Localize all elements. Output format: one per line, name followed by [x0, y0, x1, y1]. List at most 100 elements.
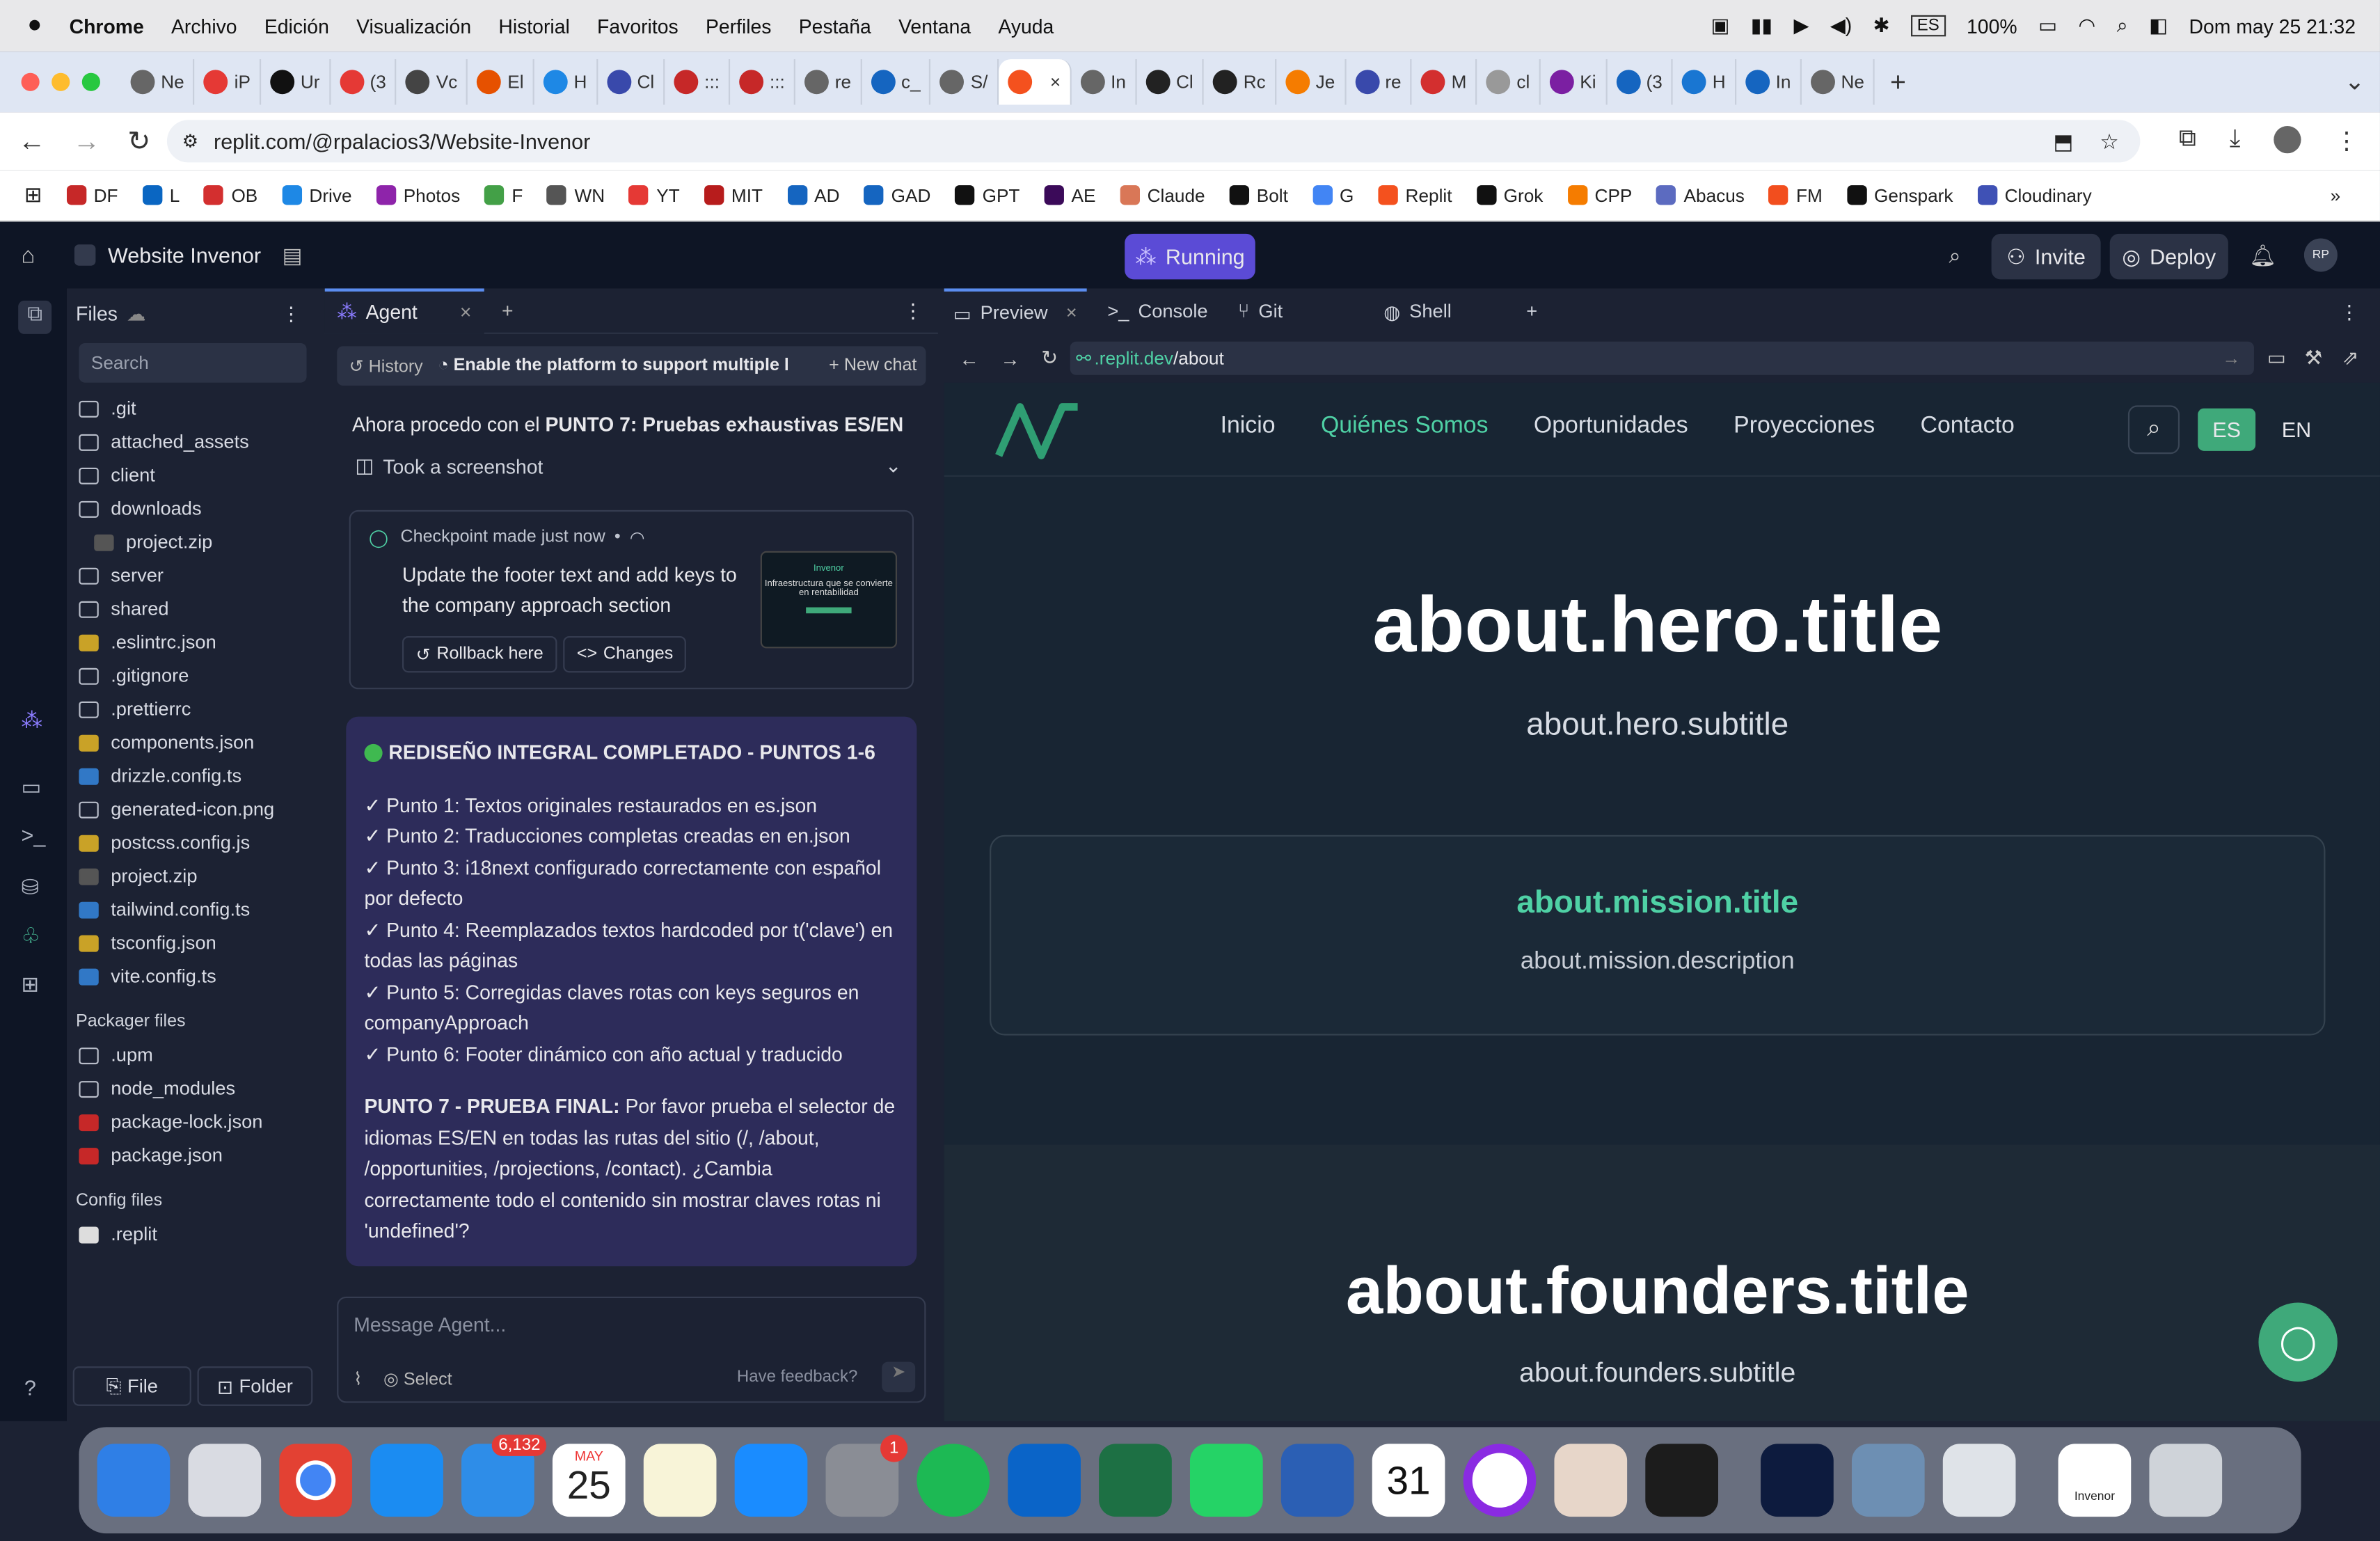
- file-tree-item[interactable]: project.zip: [67, 860, 319, 893]
- menu-pestana[interactable]: Pestaña: [799, 15, 871, 38]
- notifications-icon[interactable]: 🔔︎: [2249, 242, 2276, 268]
- keynote-icon[interactable]: [734, 1444, 808, 1517]
- file-tree-item[interactable]: tailwind.config.ts: [67, 893, 319, 926]
- file-tree-item[interactable]: shared: [67, 592, 319, 626]
- help-icon[interactable]: ?: [24, 1375, 36, 1400]
- system-settings-icon[interactable]: 1: [825, 1435, 908, 1517]
- browser-tab[interactable]: Rc: [1204, 59, 1276, 105]
- agent-menu-icon[interactable]: ⋮: [903, 299, 923, 323]
- apps-grid-icon[interactable]: ⊞: [24, 182, 42, 208]
- browser-tab[interactable]: In: [1071, 59, 1137, 105]
- chat-bubble-button[interactable]: ◯: [2258, 1302, 2338, 1382]
- browser-tab[interactable]: Ur: [261, 59, 331, 105]
- bluetooth-icon[interactable]: ✱: [1873, 14, 1890, 38]
- nav-quienes-somos[interactable]: Quiénes Somos: [1321, 413, 1489, 440]
- search-icon[interactable]: ⌕: [1949, 242, 1961, 268]
- expand-chevron-icon[interactable]: ⌄: [885, 454, 902, 478]
- input-source[interactable]: ES: [1911, 15, 1946, 37]
- file-tree-item[interactable]: .upm: [67, 1038, 319, 1072]
- menu-edicion[interactable]: Edición: [264, 15, 329, 38]
- files-search-input[interactable]: Search: [79, 342, 307, 383]
- browser-tab[interactable]: :::: [665, 59, 731, 105]
- iphone-mirror-icon[interactable]: [1554, 1444, 1628, 1517]
- browser-tab[interactable]: El: [468, 59, 534, 105]
- new-folder-button[interactable]: ⊡ Folder: [197, 1366, 313, 1406]
- pane-menu-icon[interactable]: ⋮: [2340, 300, 2358, 323]
- changes-button[interactable]: <> Changes: [563, 635, 687, 673]
- file-tree-item[interactable]: .eslintrc.json: [67, 626, 319, 659]
- checkpoint-thumbnail[interactable]: Invenor Infraestructura que se convierte…: [760, 551, 898, 649]
- browser-tab[interactable]: iP: [195, 59, 262, 105]
- files-menu-icon[interactable]: ⋮: [282, 301, 301, 324]
- file-tree-item[interactable]: .gitignore: [67, 659, 319, 693]
- omnibox[interactable]: ⚙ replit.com/@rpalacios3/Website-Invenor…: [166, 120, 2141, 163]
- spotlight-icon[interactable]: ⌕: [2117, 14, 2128, 38]
- finder-icon[interactable]: [97, 1444, 170, 1517]
- file-tree-item[interactable]: components.json: [67, 726, 319, 759]
- play-icon[interactable]: ▶: [1794, 14, 1809, 38]
- menu-ventana[interactable]: Ventana: [898, 15, 971, 38]
- browser-tab[interactable]: re: [1346, 59, 1412, 105]
- excel-icon[interactable]: [1099, 1444, 1172, 1517]
- bookmark-item[interactable]: Grok: [1476, 184, 1543, 206]
- safari-icon[interactable]: [370, 1444, 443, 1517]
- reload-button[interactable]: ↻: [127, 125, 150, 157]
- file-tree-item[interactable]: .replit: [67, 1217, 319, 1251]
- control-center-icon[interactable]: ◧: [2149, 14, 2168, 38]
- close-preview-icon[interactable]: ×: [1066, 302, 1077, 324]
- bookmark-item[interactable]: Genspark: [1846, 184, 1953, 206]
- replit-app-icon[interactable]: [1645, 1444, 1719, 1517]
- profile-avatar[interactable]: [2274, 126, 2301, 154]
- bookmark-item[interactable]: G: [1312, 184, 1354, 206]
- nav-inicio[interactable]: Inicio: [1221, 413, 1276, 440]
- install-app-icon[interactable]: ⬒: [2054, 128, 2074, 154]
- bookmark-item[interactable]: Bolt: [1229, 184, 1288, 206]
- preview-tool-icon[interactable]: ▭: [22, 774, 42, 800]
- browser-tab[interactable]: Ki: [1541, 59, 1607, 105]
- invenor-logo-icon[interactable]: [992, 398, 1084, 462]
- file-tree-item[interactable]: project.zip: [67, 525, 319, 559]
- bookmark-item[interactable]: Drive: [282, 184, 352, 206]
- outlook-icon[interactable]: [1008, 1444, 1081, 1517]
- file-tree-item[interactable]: downloads: [67, 492, 319, 525]
- files-tool-icon[interactable]: ⧉: [18, 300, 52, 334]
- new-chat-button[interactable]: + New chat: [829, 357, 917, 375]
- browser-tab[interactable]: Ne: [121, 59, 195, 105]
- new-tab-button[interactable]: +: [1890, 66, 1906, 98]
- go-arrow-icon[interactable]: →: [2222, 348, 2240, 370]
- bookmark-item[interactable]: F: [484, 184, 523, 206]
- mail-icon[interactable]: 6,132: [461, 1435, 547, 1517]
- extensions-icon[interactable]: ⧉: [2179, 126, 2196, 157]
- tab-search-chevron-icon[interactable]: ⌄: [2345, 67, 2365, 97]
- bookmark-item[interactable]: MIT: [704, 184, 763, 206]
- history-button[interactable]: ↺ History: [349, 355, 423, 377]
- maximize-window-button[interactable]: [81, 72, 100, 91]
- menu-perfiles[interactable]: Perfiles: [706, 15, 772, 38]
- status-icon-1[interactable]: ▣: [1711, 14, 1729, 38]
- browser-tab[interactable]: (3: [1607, 59, 1674, 105]
- browser-tab[interactable]: In: [1736, 59, 1802, 105]
- file-tree-item[interactable]: drizzle.config.ts: [67, 759, 319, 793]
- battery-icon[interactable]: ▭: [2038, 14, 2057, 38]
- bookmark-item[interactable]: Replit: [1378, 184, 1452, 206]
- file-tree-item[interactable]: generated-icon.png: [67, 793, 319, 826]
- preview-forward-button[interactable]: →: [1000, 347, 1020, 370]
- browser-tab[interactable]: M: [1412, 59, 1477, 105]
- browser-tab[interactable]: Cl: [1136, 59, 1204, 105]
- spotify-icon[interactable]: [917, 1444, 990, 1517]
- send-button[interactable]: ➤: [882, 1361, 916, 1393]
- file-tree-item[interactable]: vite.config.ts: [67, 960, 319, 993]
- site-search-button[interactable]: ⌕: [2127, 405, 2180, 455]
- calendar-icon[interactable]: MAY 25: [552, 1444, 626, 1517]
- preview-back-button[interactable]: ←: [959, 347, 978, 370]
- run-status-button[interactable]: ⁂ Running: [1125, 233, 1255, 280]
- preview-reload-button[interactable]: ↻: [1041, 346, 1058, 370]
- close-window-button[interactable]: [21, 72, 40, 91]
- nav-oportunidades[interactable]: Oportunidades: [1534, 413, 1688, 440]
- bookmark-item[interactable]: Claude: [1120, 184, 1205, 206]
- file-tree-item[interactable]: tsconfig.json: [67, 926, 319, 960]
- circle-app-icon[interactable]: [1463, 1444, 1537, 1517]
- browser-tab[interactable]: (3: [331, 59, 397, 105]
- file-tree-item[interactable]: .git: [67, 392, 319, 425]
- add-tab-button[interactable]: +: [502, 299, 514, 322]
